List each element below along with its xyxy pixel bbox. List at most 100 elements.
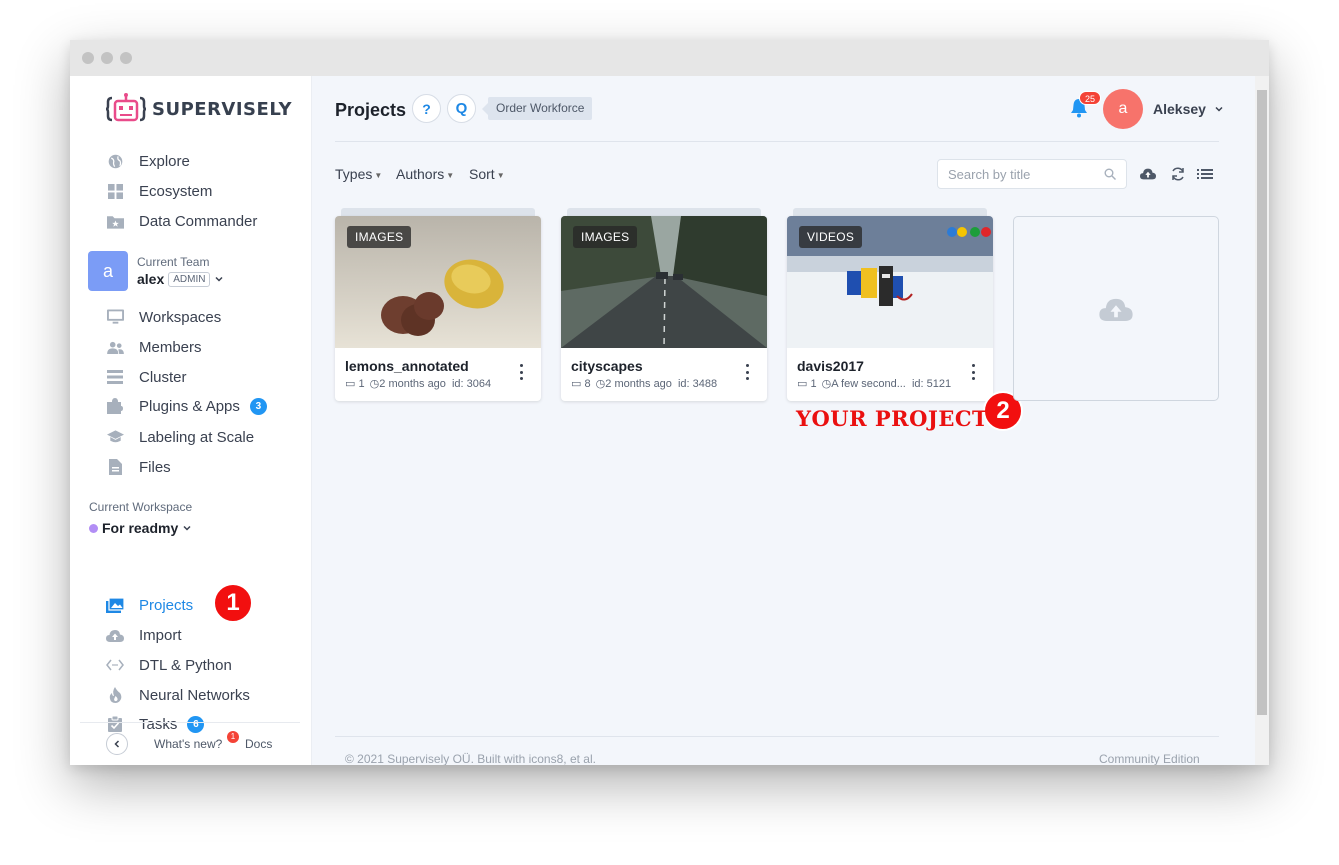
whats-new-badge: 1 <box>227 731 239 743</box>
sidebar-item-members[interactable]: Members <box>106 335 202 359</box>
project-updated: A few second... <box>831 378 906 390</box>
project-card[interactable]: VIDEOS davis2017 ▭ 1 ◷A few second... id… <box>787 216 993 401</box>
help-button[interactable]: ? <box>412 94 441 123</box>
globe-icon <box>106 152 124 170</box>
step-marker-1: 1 <box>213 583 253 623</box>
sidebar-item-ecosystem[interactable]: Ecosystem <box>106 179 212 203</box>
folder-star-icon <box>106 212 124 230</box>
window-maximize-dot[interactable] <box>120 52 132 64</box>
project-type-badge: VIDEOS <box>799 226 863 248</box>
footer-divider <box>335 736 1219 737</box>
docs-link[interactable]: Docs <box>245 737 272 751</box>
server-icon <box>106 368 124 386</box>
list-view-icon[interactable] <box>1197 166 1213 182</box>
vertical-scrollbar[interactable] <box>1255 76 1269 765</box>
edition-text: Community Edition <box>1099 752 1200 765</box>
sidebar-item-label: Import <box>139 626 182 644</box>
main-content: Projects ? Q Order Workforce 25 a Alekse… <box>312 76 1255 765</box>
scrollbar-thumb[interactable] <box>1257 90 1267 715</box>
project-title[interactable]: davis2017 <box>797 358 864 374</box>
project-title[interactable]: cityscapes <box>571 358 643 374</box>
sidebar-item-files[interactable]: Files <box>106 455 171 479</box>
search-input[interactable] <box>948 166 1098 182</box>
sidebar-item-projects[interactable]: Projects <box>106 593 193 617</box>
workspace-color-dot <box>89 523 98 533</box>
folder-icon: ▭ <box>345 378 356 390</box>
authors-filter[interactable]: Authors ▼ <box>396 166 454 182</box>
window-minimize-dot[interactable] <box>101 52 113 64</box>
sidebar-item-workspaces[interactable]: Workspaces <box>106 305 221 329</box>
workspace-caption: Current Workspace <box>89 500 193 514</box>
more-menu-icon[interactable] <box>515 364 527 380</box>
user-avatar[interactable]: a <box>1103 89 1143 129</box>
user-menu[interactable]: Aleksey <box>1153 101 1224 117</box>
chevron-left-icon <box>114 740 120 748</box>
project-type-badge: IMAGES <box>347 226 412 248</box>
grid-icon <box>106 182 124 200</box>
clock-icon: ◷ <box>821 378 832 390</box>
sidebar-item-label: Ecosystem <box>139 182 213 200</box>
more-menu-icon[interactable] <box>967 364 979 380</box>
project-meta: ▭ 8 ◷2 months ago id: 3488 <box>571 377 717 390</box>
project-item-count: 1 <box>810 378 817 390</box>
header-divider <box>335 141 1219 142</box>
brand-name: SUPERVISELY <box>152 98 293 120</box>
project-card[interactable]: IMAGES lemons_annotated ▭ 1 ◷2 months ag… <box>335 216 541 401</box>
team-switcher[interactable]: a Current Team alex ADMIN <box>88 251 224 291</box>
caret-down-icon: ▼ <box>446 170 455 180</box>
chevron-down-icon <box>183 525 191 531</box>
cloud-upload-icon[interactable] <box>1140 166 1156 182</box>
refresh-icon[interactable] <box>1170 166 1186 182</box>
robot-logo-icon <box>106 93 146 122</box>
team-name: alex <box>137 271 165 287</box>
sort-filter[interactable]: Sort ▼ <box>469 166 505 182</box>
card-stack-edge <box>567 208 761 216</box>
collapse-sidebar-button[interactable] <box>106 733 128 755</box>
project-card[interactable]: IMAGES cityscapes ▭ 8 ◷2 months ago id: … <box>561 216 767 401</box>
project-updated: 2 months ago <box>605 378 672 390</box>
q-button[interactable]: Q <box>447 94 476 123</box>
sidebar-item-dtl-python[interactable]: DTL & Python <box>106 653 232 677</box>
workspace-switcher[interactable]: Current Workspace For readmy <box>89 500 192 536</box>
graduation-cap-icon <box>106 428 124 446</box>
project-meta: ▭ 1 ◷A few second... id: 5121 <box>797 377 951 390</box>
sidebar: SUPERVISELY Explore Ecosystem Data Comma… <box>70 76 312 765</box>
types-filter[interactable]: Types ▼ <box>335 166 382 182</box>
cloud-upload-icon <box>106 626 124 644</box>
folder-icon: ▭ <box>797 378 808 390</box>
chevron-down-icon <box>1215 106 1223 112</box>
whats-new-link[interactable]: What's new? <box>154 737 222 751</box>
upload-project-card[interactable] <box>1013 216 1219 401</box>
sidebar-item-data-commander[interactable]: Data Commander <box>106 209 257 233</box>
project-type-badge: IMAGES <box>573 226 638 248</box>
sidebar-footer: What's new? 1 Docs <box>80 722 300 765</box>
cloud-upload-icon <box>1099 298 1133 321</box>
sidebar-item-cluster[interactable]: Cluster <box>106 365 187 389</box>
search-icon[interactable] <box>1104 168 1116 180</box>
sidebar-item-explore[interactable]: Explore <box>106 149 190 173</box>
sidebar-item-label: Explore <box>139 152 190 170</box>
sidebar-item-label: Plugins & Apps <box>139 397 240 415</box>
project-updated: 2 months ago <box>379 378 446 390</box>
team-avatar: a <box>88 251 128 291</box>
sidebar-item-plugins-apps[interactable]: Plugins & Apps 3 <box>106 394 267 418</box>
logo[interactable]: SUPERVISELY <box>106 92 292 126</box>
order-workforce-button[interactable]: Order Workforce <box>481 97 593 120</box>
flame-icon <box>106 686 124 704</box>
team-caption: Current Team <box>137 255 210 269</box>
sidebar-item-import[interactable]: Import <box>106 623 182 647</box>
plugins-count-badge: 3 <box>249 397 267 415</box>
project-id: id: 3064 <box>451 378 492 390</box>
code-icon <box>106 656 124 674</box>
copyright-text: © 2021 Supervisely OÜ. Built with icons8… <box>345 752 596 765</box>
sidebar-item-neural-networks[interactable]: Neural Networks <box>106 683 250 707</box>
people-icon <box>106 338 124 356</box>
search-box <box>937 159 1127 189</box>
window-close-dot[interactable] <box>82 52 94 64</box>
images-icon <box>106 596 124 614</box>
sidebar-item-label: Members <box>139 338 202 356</box>
project-title[interactable]: lemons_annotated <box>345 358 469 374</box>
sidebar-item-labeling-at-scale[interactable]: Labeling at Scale <box>106 425 254 449</box>
more-menu-icon[interactable] <box>741 364 753 380</box>
project-meta: ▭ 1 ◷2 months ago id: 3064 <box>345 377 491 390</box>
